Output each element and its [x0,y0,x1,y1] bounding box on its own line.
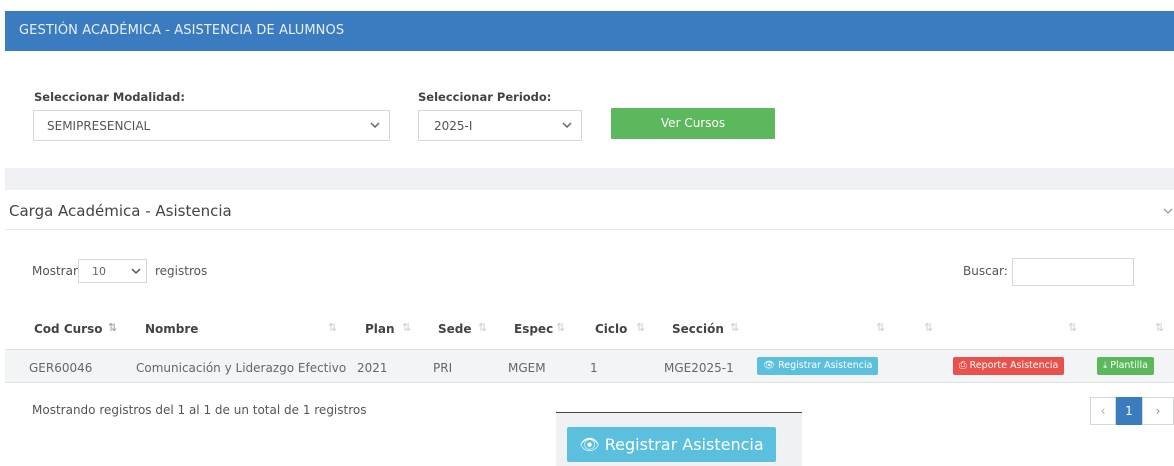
sort-icon[interactable]: ⇅ [636,321,645,334]
pagination-page-1[interactable]: 1 [1116,397,1142,425]
column-header-ciclo[interactable]: Ciclo [595,322,627,336]
modalidad-label: Seleccionar Modalidad: [34,90,185,104]
pagination-next[interactable]: › [1142,397,1174,425]
column-header-plan[interactable]: Plan [365,322,395,336]
cell-nombre: Comunicación y Liderazgo Efectivo [136,361,347,375]
cell-seccion: MGE2025-1 [664,361,734,375]
column-header-cod-curso[interactable]: Cod Curso [34,322,102,336]
registrar-asistencia-label: Registrar Asistencia [778,360,873,371]
registros-label: registros [155,264,208,278]
page-size-select[interactable]: 10 [78,259,147,283]
section-divider [5,168,1174,190]
sort-icon[interactable]: ⇅ [478,321,487,334]
sort-icon[interactable]: ⇅ [402,321,411,334]
cell-ciclo: 1 [590,361,598,375]
cell-sede: PRI [433,361,453,375]
plantilla-button[interactable]: ⤓ Plantilla [1097,357,1154,375]
panel-divider [5,229,1174,230]
column-header-sede[interactable]: Sede [438,322,472,336]
page-size-value: 10 [92,265,106,278]
registrar-asistencia-preview-button[interactable]: 👁 Registrar Asistencia [567,427,776,462]
search-input[interactable] [1012,258,1134,286]
column-header-espec[interactable]: Espec [514,322,553,336]
sort-icon[interactable]: ⇅ [328,321,337,334]
panel-title: Carga Académica - Asistencia [9,202,232,220]
cell-plan: 2021 [357,361,388,375]
modalidad-value: SEMIPRESENCIAL [47,119,151,133]
sort-icon[interactable]: ⇅ [1068,321,1077,334]
sort-icon[interactable]: ⇅ [924,321,933,334]
column-header-nombre[interactable]: Nombre [145,322,198,336]
column-header-seccion[interactable]: Sección [672,322,724,336]
buscar-label: Buscar: [963,264,1008,278]
reporte-asistencia-label: Reporte Asistencia [969,360,1059,371]
plantilla-label: Plantilla [1110,360,1148,371]
table-info: Mostrando registros del 1 al 1 de un tot… [32,403,367,417]
periodo-label: Seleccionar Periodo: [418,90,552,104]
mostrar-label: Mostrar [32,264,78,278]
collapse-chevron-icon[interactable] [1163,206,1173,216]
sort-icon[interactable]: ⇅ [556,321,565,334]
eye-icon: 👁 [763,360,776,371]
eye-icon: 👁 [579,435,600,454]
pagination-prev[interactable]: ‹ [1090,397,1116,425]
chevron-down-icon [131,268,141,275]
sort-icon[interactable]: ⇅ [730,321,739,334]
print-icon: ⎙ [959,360,967,371]
modalidad-select[interactable]: SEMIPRESENCIAL [33,110,390,141]
cell-cod-curso: GER60046 [29,361,93,375]
periodo-select[interactable]: 2025-I [418,110,582,141]
ver-cursos-button[interactable]: Ver Cursos [611,108,775,139]
reporte-asistencia-button[interactable]: ⎙ Reporte Asistencia [953,357,1065,375]
sort-icon[interactable]: ⇅ [876,321,885,334]
registrar-asistencia-preview-label: Registrar Asistencia [604,435,764,454]
sort-asc-icon[interactable]: ⇅ [108,321,117,334]
sort-icon[interactable]: ⇅ [1155,321,1164,334]
periodo-value: 2025-I [434,119,473,133]
registrar-asistencia-button[interactable]: 👁 Registrar Asistencia [757,357,879,375]
download-icon: ⤓ [1103,360,1108,371]
app-header: GESTIÓN ACADÉMICA - ASISTENCIA DE ALUMNO… [5,11,1174,51]
page-title: GESTIÓN ACADÉMICA - ASISTENCIA DE ALUMNO… [19,23,345,38]
cell-espec: MGEM [508,361,546,375]
chevron-down-icon [562,122,572,129]
chevron-down-icon [370,122,380,129]
